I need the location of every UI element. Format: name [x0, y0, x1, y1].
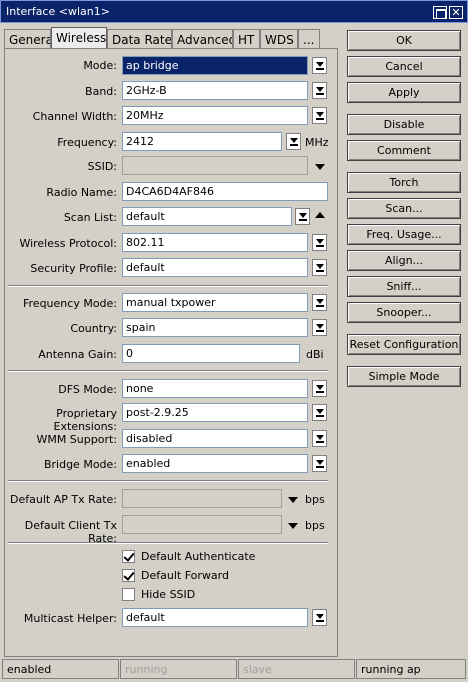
multicast-helper-label: Multicast Helper: — [23, 612, 117, 625]
default-client-tx-rate-dropdown-icon[interactable] — [287, 519, 299, 531]
snooper-button[interactable]: Snooper... — [347, 302, 461, 323]
frequency-mode-dropdown-icon[interactable] — [312, 294, 327, 311]
separator — [8, 542, 328, 544]
security-profile-dropdown-icon[interactable] — [312, 259, 327, 276]
ssid-dropdown-icon[interactable] — [314, 160, 326, 172]
reset-configuration-button[interactable]: Reset Configuration — [347, 334, 461, 355]
frequency-dropdown-icon[interactable] — [286, 133, 301, 150]
bridge-mode-select[interactable]: enabled — [122, 454, 308, 473]
band-dropdown-icon[interactable] — [312, 82, 327, 99]
mode-select[interactable]: ap bridge — [122, 56, 308, 75]
wmm-support-label: WMM Support: — [36, 433, 117, 446]
default-authenticate-label: Default Authenticate — [141, 550, 256, 563]
band-select[interactable]: 2GHz-B — [122, 81, 308, 100]
mode-dropdown-icon[interactable] — [312, 57, 327, 74]
multicast-helper-dropdown-icon[interactable] — [312, 609, 327, 626]
default-client-tx-rate-unit: bps — [305, 519, 325, 532]
mode-label: Mode: — [83, 59, 117, 72]
title-bar: Interface <wlan1> ✕ — [0, 0, 468, 23]
default-forward-label: Default Forward — [141, 569, 229, 582]
proprietary-extensions-select[interactable]: post-2.9.25 — [122, 403, 308, 422]
default-client-tx-rate-field[interactable] — [122, 515, 282, 534]
radio-name-field[interactable]: D4CA6D4AF846 — [122, 182, 328, 201]
separator — [8, 285, 328, 287]
wireless-protocol-select[interactable]: 802.11 — [122, 233, 308, 252]
sniff-button[interactable]: Sniff... — [347, 276, 461, 297]
scan-list-remove-icon[interactable] — [314, 210, 326, 222]
channel-width-select[interactable]: 20MHz — [122, 106, 308, 125]
simple-mode-button[interactable]: Simple Mode — [347, 366, 461, 387]
checkbox-checked-icon[interactable] — [122, 550, 135, 563]
frequency-mode-select[interactable]: manual txpower — [122, 293, 308, 312]
multicast-helper-select[interactable]: default — [122, 608, 308, 627]
channel-width-label: Channel Width: — [32, 110, 117, 123]
radio-name-label: Radio Name: — [46, 186, 117, 199]
antenna-gain-field[interactable]: 0 — [122, 344, 300, 363]
tab-advanced[interactable]: Advanced — [172, 29, 233, 49]
tab-more[interactable]: ... — [298, 29, 320, 49]
wireless-protocol-label: Wireless Protocol: — [19, 237, 117, 250]
frequency-mode-label: Frequency Mode: — [23, 297, 117, 310]
bridge-mode-label: Bridge Mode: — [43, 458, 117, 471]
scan-list-field[interactable]: default — [122, 207, 292, 226]
default-ap-tx-rate-field[interactable] — [122, 489, 282, 508]
security-profile-select[interactable]: default — [122, 258, 308, 277]
status-running: running — [120, 659, 237, 679]
checkbox-checked-icon[interactable] — [122, 569, 135, 582]
frequency-field[interactable]: 2412 — [122, 132, 282, 151]
proprietary-extensions-dropdown-icon[interactable] — [312, 404, 327, 421]
comment-button[interactable]: Comment — [347, 140, 461, 161]
default-ap-tx-rate-unit: bps — [305, 493, 325, 506]
frequency-label: Frequency: — [57, 136, 117, 149]
antenna-gain-unit: dBi — [306, 348, 324, 361]
country-label: Country: — [70, 322, 117, 335]
bridge-mode-dropdown-icon[interactable] — [312, 455, 327, 472]
dfs-mode-label: DFS Mode: — [58, 383, 117, 396]
tab-wds[interactable]: WDS — [260, 29, 298, 49]
status-enabled: enabled — [2, 659, 119, 679]
security-profile-label: Security Profile: — [30, 262, 117, 275]
status-running-ap: running ap — [356, 659, 466, 679]
country-select[interactable]: spain — [122, 318, 308, 337]
wmm-support-dropdown-icon[interactable] — [312, 430, 327, 447]
frequency-unit: MHz — [305, 136, 329, 149]
default-ap-tx-rate-label: Default AP Tx Rate: — [10, 493, 117, 506]
cancel-button[interactable]: Cancel — [347, 56, 461, 77]
freq-usage-button[interactable]: Freq. Usage... — [347, 224, 461, 245]
ok-button[interactable]: OK — [347, 30, 461, 51]
hide-ssid-label: Hide SSID — [141, 588, 196, 601]
status-slave: slave — [238, 659, 355, 679]
dfs-mode-dropdown-icon[interactable] — [312, 380, 327, 397]
disable-button[interactable]: Disable — [347, 114, 461, 135]
maximize-icon[interactable] — [433, 6, 447, 19]
separator — [8, 480, 328, 482]
ssid-field[interactable] — [122, 156, 308, 175]
antenna-gain-label: Antenna Gain: — [38, 348, 117, 361]
tab-data-rates[interactable]: Data Rates — [107, 29, 172, 49]
scan-list-dropdown-icon[interactable] — [295, 208, 310, 225]
separator — [8, 370, 328, 372]
wireless-protocol-dropdown-icon[interactable] — [312, 234, 327, 251]
band-label: Band: — [85, 85, 117, 98]
dfs-mode-select[interactable]: none — [122, 379, 308, 398]
tab-general[interactable]: General — [4, 29, 51, 49]
proprietary-extensions-label: Proprietary Extensions: — [53, 407, 117, 433]
apply-button[interactable]: Apply — [347, 82, 461, 103]
close-icon[interactable]: ✕ — [449, 6, 463, 19]
country-dropdown-icon[interactable] — [312, 319, 327, 336]
align-button[interactable]: Align... — [347, 250, 461, 271]
wmm-support-select[interactable]: disabled — [122, 429, 308, 448]
window-title: Interface <wlan1> — [6, 5, 110, 18]
default-ap-tx-rate-dropdown-icon[interactable] — [287, 493, 299, 505]
scan-list-label: Scan List: — [63, 211, 117, 224]
ssid-label: SSID: — [87, 160, 117, 173]
scan-button[interactable]: Scan... — [347, 198, 461, 219]
torch-button[interactable]: Torch — [347, 172, 461, 193]
tab-ht[interactable]: HT — [233, 29, 260, 49]
channel-width-dropdown-icon[interactable] — [312, 107, 327, 124]
tab-wireless[interactable]: Wireless — [51, 27, 107, 50]
checkbox-unchecked-icon[interactable] — [122, 588, 135, 601]
